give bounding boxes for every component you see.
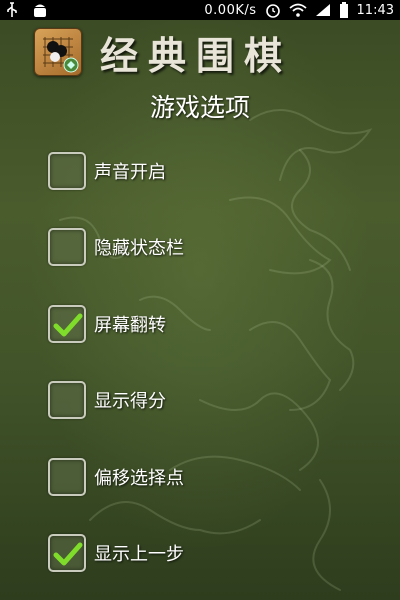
option-label: 显示得分 bbox=[94, 391, 166, 412]
sound-checkbox[interactable] bbox=[48, 152, 86, 190]
option-offset-select[interactable]: 偏移选择点 bbox=[48, 456, 288, 498]
option-label: 偏移选择点 bbox=[94, 468, 184, 489]
alarm-icon bbox=[265, 2, 281, 18]
check-icon bbox=[53, 542, 83, 566]
screen-flip-checkbox[interactable] bbox=[48, 305, 86, 343]
option-label: 显示上一步 bbox=[94, 544, 184, 565]
network-speed: 0.00K/s bbox=[204, 2, 257, 18]
option-show-last-move[interactable]: 显示上一步 bbox=[48, 532, 288, 574]
page-title: 游戏选项 bbox=[149, 93, 250, 122]
option-screen-flip[interactable]: 屏幕翻转 bbox=[48, 303, 288, 345]
wifi-icon bbox=[288, 3, 307, 17]
option-label: 声音开启 bbox=[94, 162, 166, 183]
option-sound[interactable]: 声音开启 bbox=[48, 150, 288, 192]
app-title: 经典围棋 bbox=[100, 32, 293, 78]
usb-icon bbox=[6, 2, 18, 18]
app-header: 经典围棋 bbox=[0, 22, 400, 82]
android-icon bbox=[32, 2, 48, 18]
offset-select-checkbox[interactable] bbox=[48, 458, 86, 496]
show-score-checkbox[interactable] bbox=[48, 381, 86, 419]
option-label: 屏幕翻转 bbox=[94, 315, 166, 336]
status-bar: 0.00K/s 11:43 bbox=[0, 0, 400, 20]
signal-icon bbox=[315, 3, 331, 17]
go-board-icon[interactable] bbox=[34, 28, 82, 76]
option-label: 隐藏状态栏 bbox=[94, 238, 184, 259]
hide-status-bar-checkbox[interactable] bbox=[48, 228, 86, 266]
clock-time: 11:43 bbox=[356, 2, 394, 18]
option-hide-status-bar[interactable]: 隐藏状态栏 bbox=[48, 226, 288, 268]
check-icon bbox=[53, 313, 83, 337]
option-show-score[interactable]: 显示得分 bbox=[48, 379, 288, 421]
battery-icon bbox=[339, 2, 349, 18]
show-last-move-checkbox[interactable] bbox=[48, 534, 86, 572]
